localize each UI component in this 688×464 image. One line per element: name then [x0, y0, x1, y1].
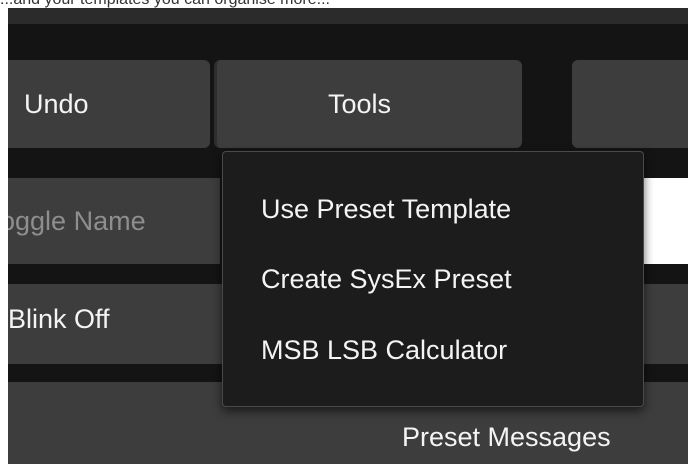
tools-dropdown-menu: Use Preset Template Create SysEx Preset …: [222, 151, 644, 407]
tools-button[interactable]: Tools: [214, 60, 522, 148]
left-border: [0, 8, 8, 464]
undo-button-label: Undo: [24, 88, 89, 119]
app-window: Undo Tools oggle Name Blink Off Preset M…: [8, 8, 688, 464]
menu-item-use-preset-template[interactable]: Use Preset Template: [261, 194, 511, 225]
undo-button[interactable]: Undo: [8, 60, 210, 148]
toolbar-button-right[interactable]: [572, 60, 688, 148]
tools-button-label: Tools: [327, 88, 392, 119]
preset-messages-label: Preset Messages: [402, 422, 611, 452]
cropped-top-text: ...and your templates you can organise m…: [0, 0, 330, 8]
menu-item-create-sysex-preset[interactable]: Create SysEx Preset: [261, 264, 512, 295]
page-top-strip: ...and your templates you can organise m…: [0, 0, 688, 8]
menu-item-msb-lsb-calculator[interactable]: MSB LSB Calculator: [261, 335, 507, 366]
toggle-name-label: oggle Name: [8, 205, 146, 236]
text-field[interactable]: [644, 178, 688, 264]
toggle-name-button[interactable]: oggle Name: [8, 178, 220, 264]
blink-off-label: Blink Off: [8, 304, 110, 334]
top-bar: [8, 8, 688, 24]
